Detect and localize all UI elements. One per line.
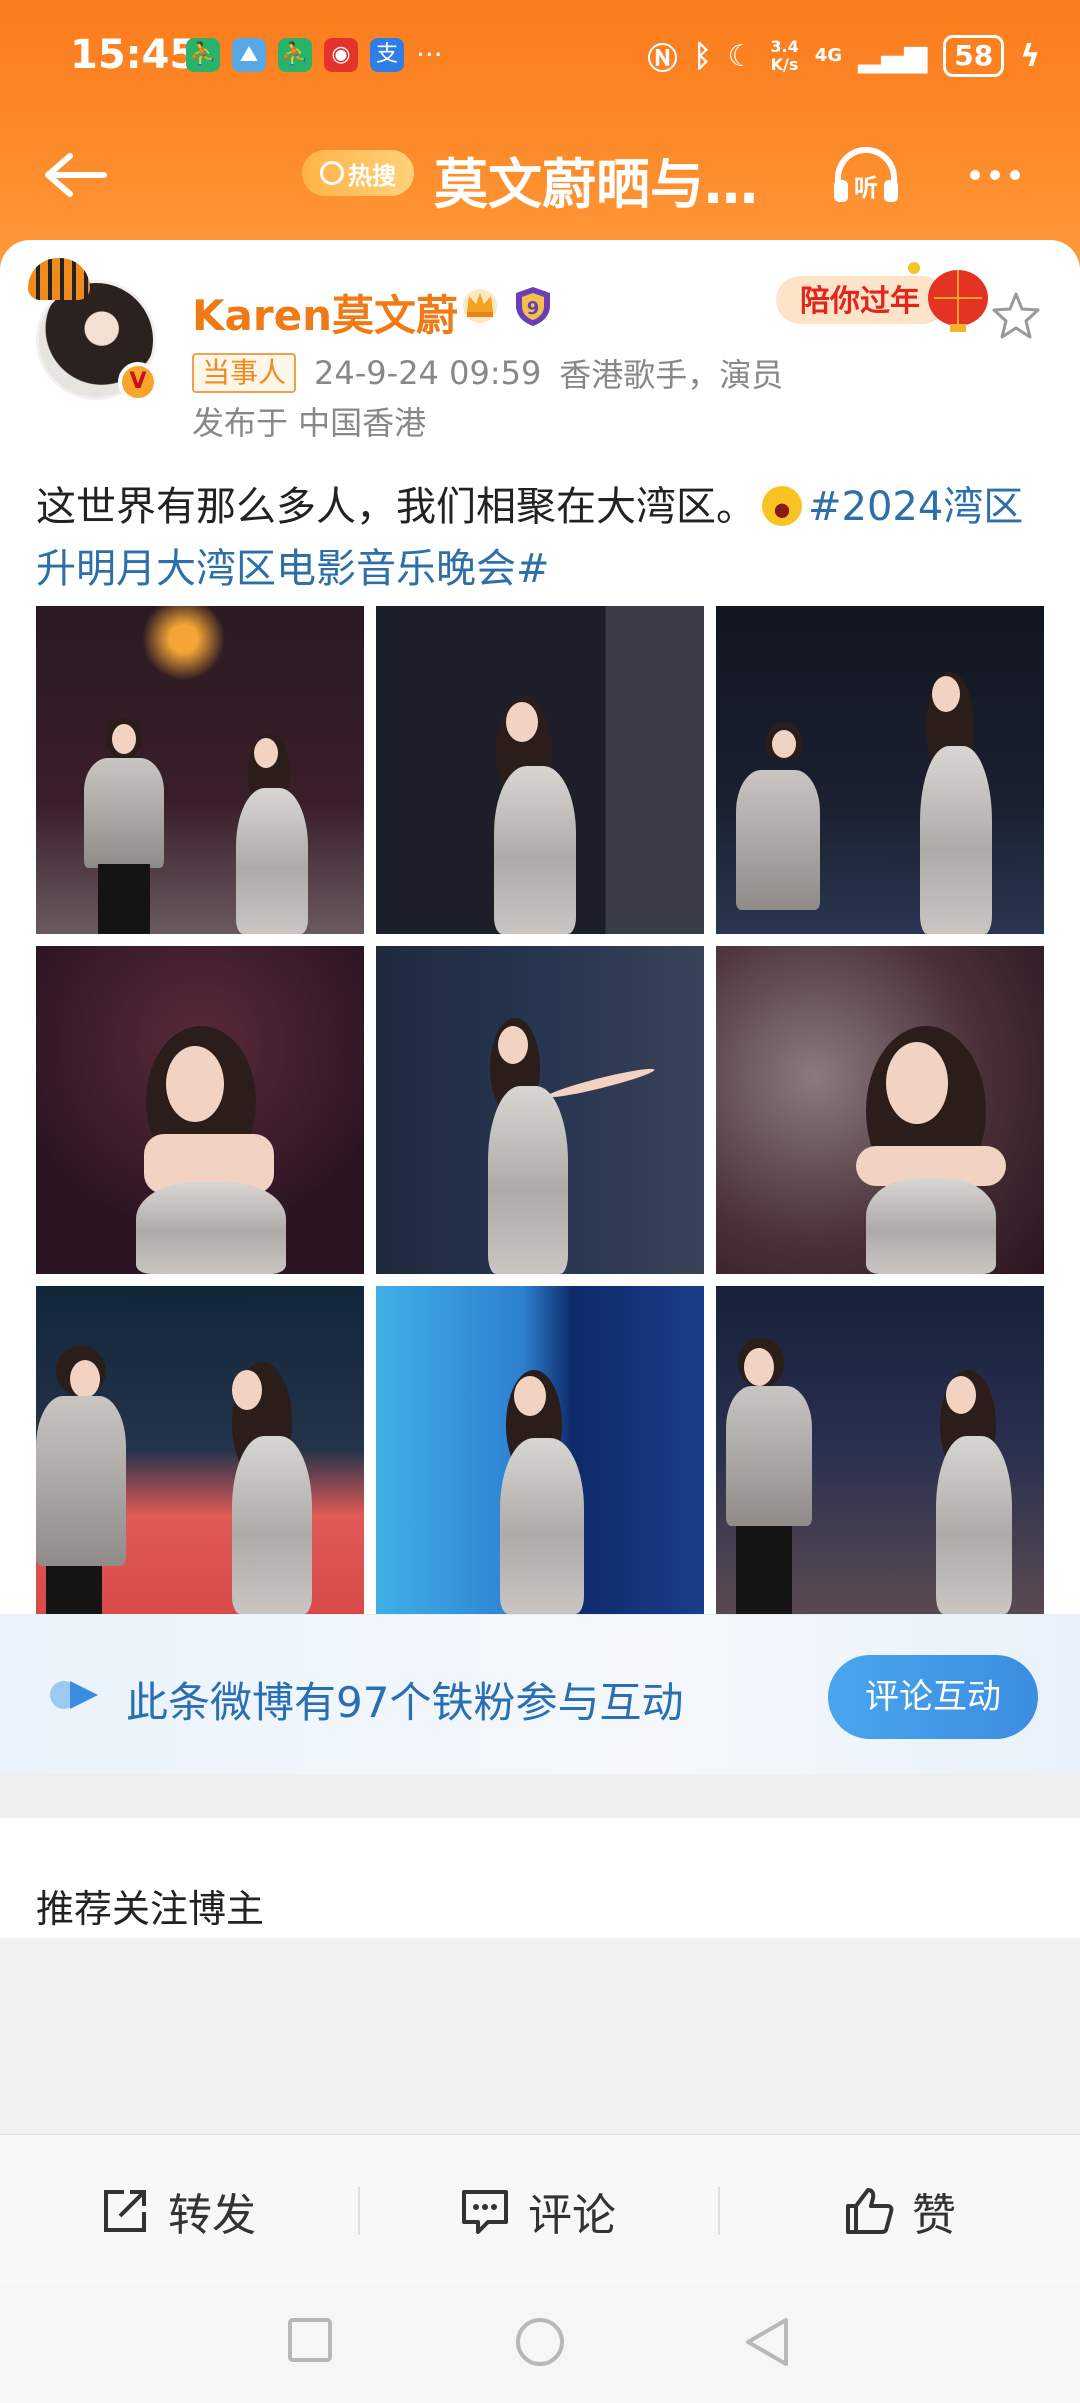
festive-badge: 陪你过年 [776, 262, 988, 332]
search-icon [320, 161, 344, 185]
recommend-title: 推荐关注博主 [36, 1887, 265, 1931]
post-location: 发布于 中国香港 [192, 404, 427, 442]
repost-label: 转发 [168, 2190, 256, 2241]
repost-button[interactable]: 转发 [98, 2179, 256, 2243]
action-divider [718, 2187, 720, 2235]
comment-button[interactable]: 评论 [458, 2179, 616, 2243]
like-icon [846, 2188, 894, 2234]
hot-badge-label: 热搜 [348, 161, 396, 190]
post-action-bar: 转发 评论 赞 [0, 2134, 1080, 2286]
listen-label: 听 [854, 174, 878, 202]
photo-8[interactable] [376, 1286, 704, 1614]
network-speed: 3.4 K/s [770, 38, 798, 74]
post-meta: 当事人 24-9-24 09:59 香港歌手，演员 [192, 350, 783, 396]
circle-nav-icon[interactable] [514, 2316, 566, 2368]
photo-4[interactable] [36, 946, 364, 1274]
listen-icon[interactable]: 听 [830, 146, 902, 206]
author-tag: 当事人 [192, 353, 297, 393]
speed-unit: K/s [770, 55, 799, 74]
photo-2[interactable] [376, 606, 704, 934]
square-nav-icon[interactable] [286, 2316, 334, 2364]
photo-5[interactable] [376, 946, 704, 1274]
status-time: 15:45 [70, 32, 198, 78]
page-title: 莫文蔚晒与… [434, 153, 758, 216]
charging-icon: ϟ [1020, 38, 1040, 74]
post-text: 这世界有那么多人，我们相聚在大湾区。 #2024湾区升明月大湾区电影音乐晚会# [36, 476, 1046, 600]
festive-badge-text: 陪你过年 [800, 284, 920, 319]
post-body: 这世界有那么多人，我们相聚在大湾区。 [36, 484, 756, 530]
crown-icon[interactable] [458, 284, 502, 324]
speed-value: 3.4 [770, 37, 799, 56]
photo-6[interactable] [716, 946, 1044, 1274]
status-app-icons: ⛹ ⛰ ⛹ ◉ 支 ··· [186, 38, 443, 72]
repost-icon [104, 2190, 146, 2232]
shield-badge-icon[interactable]: 9 [512, 284, 554, 328]
section-divider [0, 1774, 1080, 1818]
verified-icon: V [118, 362, 158, 402]
fan-interaction-text: 此条微博有97个铁粉参与互动 [126, 1678, 684, 1727]
signal-icon: ▂▄▆ [858, 38, 928, 74]
photo-7[interactable] [36, 1286, 364, 1614]
post-card: V Karen莫文蔚 9 陪你过年 当事人 24-9-24 09:59 香港歌手… [0, 240, 1080, 1852]
app-notification-icon: ⛹ [186, 38, 220, 72]
triangle-back-nav-icon[interactable] [742, 2316, 792, 2368]
nfc-icon: Ⓝ [647, 42, 678, 77]
moon-icon: ☾ [727, 38, 755, 74]
post-timestamp: 24-9-24 09:59 [314, 354, 542, 392]
top-header: 15:45 ⛹ ⛰ ⛹ ◉ 支 ··· Ⓝ ᛒ ☾ 3.4 K/s 4G ▂▄▆ … [0, 0, 1080, 270]
network-type: 4G [814, 45, 843, 66]
like-button[interactable]: 赞 [842, 2179, 956, 2243]
photo-1[interactable] [36, 606, 364, 934]
hot-search-badge[interactable]: 热搜 [302, 150, 414, 196]
photo-grid [36, 606, 1044, 1614]
author-title: 香港歌手，演员 [559, 356, 784, 394]
fan-interaction-bar: 此条微博有97个铁粉参与互动 评论互动 [0, 1614, 1080, 1774]
tiger-avatar-decoration [28, 258, 90, 300]
bluetooth-icon: ᛒ [693, 38, 712, 74]
action-divider [358, 2187, 360, 2235]
photo-3[interactable] [716, 606, 1044, 934]
app-notification-icon: ⛹ [278, 38, 312, 72]
like-label: 赞 [912, 2190, 956, 2241]
app-notification-icon: ⛰ [232, 38, 266, 72]
weibo-icon: ◉ [324, 38, 358, 72]
system-nav-bar [0, 2286, 1080, 2403]
more-icon[interactable] [970, 170, 1020, 180]
comment-interact-button[interactable]: 评论互动 [828, 1655, 1038, 1739]
back-arrow-icon[interactable] [40, 150, 110, 200]
recommend-section: 推荐关注博主 [0, 1818, 1080, 1938]
fan-icon [50, 1681, 98, 1709]
author-name[interactable]: Karen莫文蔚 [192, 282, 458, 343]
star-icon[interactable] [990, 290, 1042, 342]
comment-icon [462, 2190, 508, 2234]
battery-level: 58 [943, 35, 1005, 77]
alipay-icon: 支 [370, 38, 404, 72]
comment-label: 评论 [528, 2190, 616, 2241]
photo-9[interactable] [716, 1286, 1044, 1614]
more-notifications-icon: ··· [416, 38, 443, 71]
status-right: Ⓝ ᛒ ☾ 3.4 K/s 4G ▂▄▆ 58 ϟ [647, 34, 1040, 78]
svg-text:9: 9 [527, 298, 540, 319]
laughing-emoji-icon [762, 486, 802, 526]
